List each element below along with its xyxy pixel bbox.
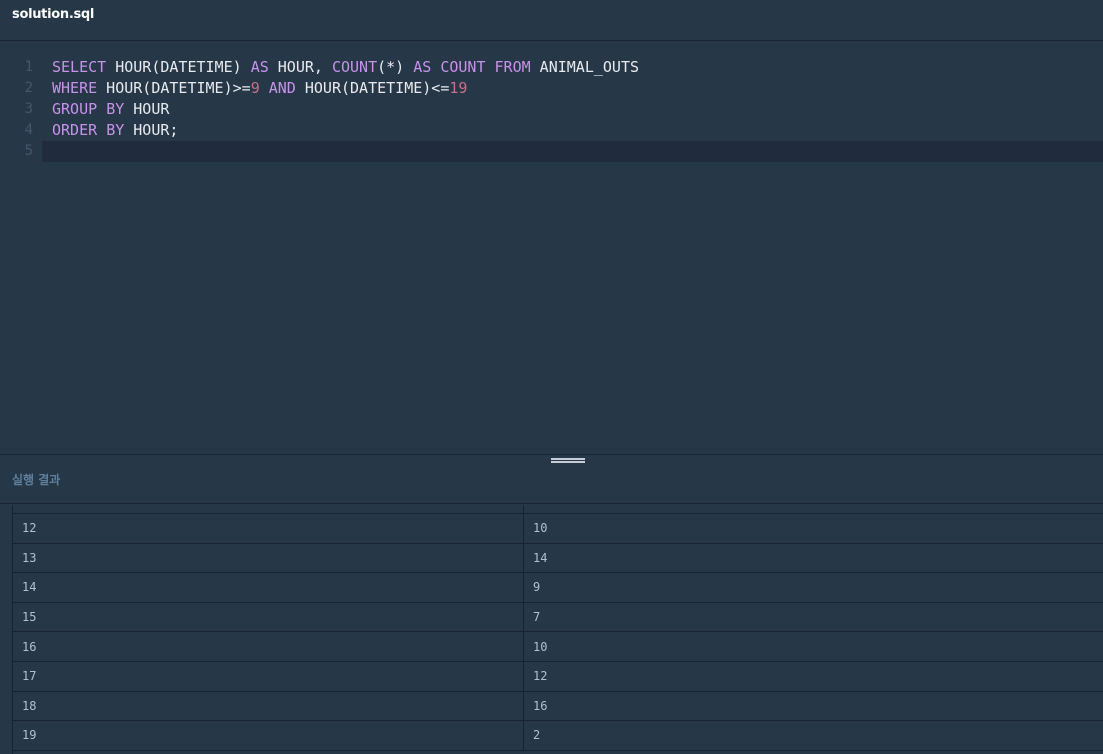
sql-keyword: WHERE <box>52 79 98 97</box>
sql-token: HOUR; <box>124 121 179 139</box>
table-cell: 14 <box>13 573 524 602</box>
sql-token: ANIMAL_OUTS <box>530 58 640 76</box>
line-number: 3 <box>24 101 33 117</box>
sql-keyword: BY <box>106 121 125 139</box>
table-row: 14 9 <box>13 573 1103 603</box>
table-row: 15 7 <box>13 602 1103 633</box>
sql-token: HOUR, <box>268 58 332 76</box>
table-header-row <box>13 505 1103 514</box>
table-row: 12 10 <box>13 514 1103 544</box>
sql-token: HOUR(DATETIME) <box>106 58 251 76</box>
table-cell: 9 <box>533 580 541 595</box>
code-text: WHERE HOUR(DATETIME)>=9 AND HOUR(DATETIM… <box>52 78 467 99</box>
line-number: 4 <box>24 122 33 138</box>
table-cell: 7 <box>533 610 541 625</box>
table-row: 16 10 <box>13 632 1103 662</box>
results-table: 12 10 13 14 14 9 15 7 16 10 17 12 18 16 19 2 <box>12 505 1103 754</box>
sql-keyword: AND <box>268 79 296 97</box>
code-text: ORDER BY HOUR; <box>52 120 178 141</box>
table-cell: 12 <box>13 514 524 543</box>
editor-tab-bar: solution.sql <box>0 0 1103 41</box>
sql-keyword: ORDER <box>52 121 98 139</box>
table-cell: 16 <box>13 632 524 661</box>
table-cell: 15 <box>13 602 524 632</box>
sql-token: (*) <box>377 58 414 76</box>
code-line[interactable]: 4 ORDER BY HOUR; <box>0 120 1103 141</box>
sql-keyword: BY <box>106 100 125 118</box>
table-row: 18 16 <box>13 691 1103 722</box>
table-row: 19 2 <box>13 721 1103 751</box>
sql-keyword: SELECT <box>52 58 107 76</box>
code-text: GROUP BY HOUR <box>52 99 169 120</box>
sql-keyword: COUNT <box>331 58 378 76</box>
table-row: 17 12 <box>13 661 1103 692</box>
sql-token: HOUR(DATETIME)>= <box>97 79 251 97</box>
code-line[interactable]: 5 <box>25 141 1103 162</box>
table-cell: 12 <box>533 669 548 684</box>
table-cell: 14 <box>533 550 548 565</box>
table-cell: 10 <box>533 521 548 536</box>
table-row: 13 14 <box>13 543 1103 574</box>
line-number: 1 <box>24 59 33 75</box>
sql-number: 9 <box>250 79 260 97</box>
line-number: 2 <box>24 80 33 96</box>
table-cell: 10 <box>533 639 548 654</box>
sql-keyword: COUNT <box>440 58 486 76</box>
sql-token: HOUR <box>124 100 170 118</box>
table-cell: 13 <box>13 543 524 573</box>
table-cell: 18 <box>13 691 524 721</box>
file-tab-title[interactable]: solution.sql <box>12 7 94 22</box>
results-label: 실행 결과 <box>12 473 61 487</box>
sql-keyword: AS <box>250 58 269 76</box>
line-number: 5 <box>24 143 33 159</box>
code-line[interactable]: 3 GROUP BY HOUR <box>0 99 1103 120</box>
resize-handle-icon[interactable] <box>551 458 585 467</box>
code-line[interactable]: 2 WHERE HOUR(DATETIME)>=9 AND HOUR(DATETI… <box>0 78 1103 99</box>
sql-keyword: FROM <box>494 58 531 76</box>
code-text: SELECT HOUR(DATETIME) AS HOUR, COUNT(*) … <box>52 57 639 78</box>
code-editor[interactable]: 1 SELECT HOUR(DATETIME) AS HOUR, COUNT(*)… <box>0 42 1103 454</box>
table-cell: 16 <box>533 698 548 713</box>
table-cell: 17 <box>13 661 524 691</box>
table-cell <box>13 505 524 513</box>
sql-number: 19 <box>449 79 468 97</box>
sql-keyword: GROUP <box>52 100 98 118</box>
code-line[interactable]: 1 SELECT HOUR(DATETIME) AS HOUR, COUNT(*)… <box>0 57 1103 78</box>
table-cell: 2 <box>533 728 541 743</box>
sql-token: HOUR(DATETIME)<= <box>295 79 450 97</box>
table-cell: 19 <box>13 721 524 750</box>
sql-keyword: AS <box>413 58 432 76</box>
